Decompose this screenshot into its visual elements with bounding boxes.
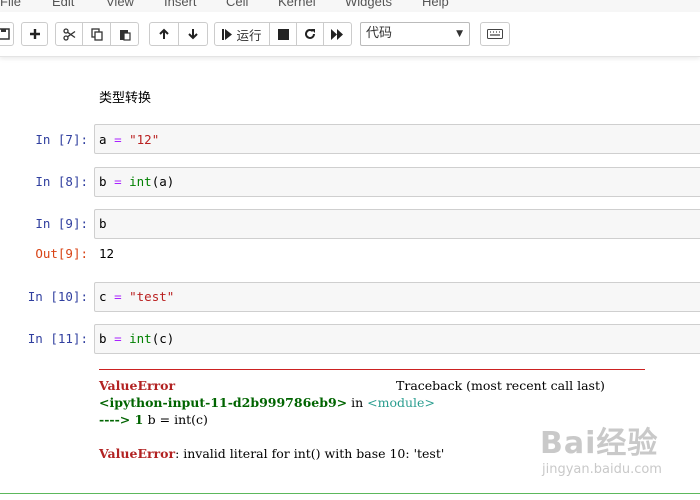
traceback-message: ValueError: invalid literal for int() wi… xyxy=(99,446,445,461)
menu-view[interactable]: View xyxy=(106,0,134,9)
chevron-down-icon: ▼ xyxy=(456,29,463,39)
menu-insert[interactable]: Insert xyxy=(164,0,197,9)
move-up-button[interactable] xyxy=(149,22,179,46)
add-icon xyxy=(29,29,40,39)
add-cell-button[interactable] xyxy=(21,22,48,46)
move-group xyxy=(149,22,208,46)
edit-group xyxy=(55,22,139,46)
input-prompt: In [10]: xyxy=(27,289,88,304)
toolbar: 运行 代码 ▼ xyxy=(0,12,700,57)
copy-button[interactable] xyxy=(82,22,111,46)
command-palette-button[interactable] xyxy=(480,22,510,46)
traceback-header: ValueError xyxy=(99,378,176,393)
paste-icon xyxy=(119,29,131,41)
watermark-url: jingyan.baidu.com xyxy=(542,462,662,477)
menu-cell[interactable]: Cell xyxy=(226,0,248,9)
input-prompt: In [8]: xyxy=(35,174,88,189)
copy-icon xyxy=(90,27,103,41)
code-cell-input[interactable] xyxy=(94,209,700,239)
watermark-brand: Bai经验 xyxy=(540,426,659,461)
code-cell-input[interactable] xyxy=(94,124,700,154)
run-group: 运行 xyxy=(214,22,352,46)
code-cell-input[interactable] xyxy=(94,324,700,354)
menu-kernel[interactable]: Kernel xyxy=(278,0,316,9)
code-cell-input[interactable] xyxy=(94,282,700,312)
run-icon xyxy=(222,28,233,40)
traceback-header-right: Traceback (most recent call last) xyxy=(396,378,605,393)
traceback-arrow-line: ----> 1 b = int(c) xyxy=(99,412,208,427)
cell-output: 12 xyxy=(99,246,115,261)
selected-cell-border xyxy=(0,493,700,494)
cell-type-value: 代码 xyxy=(366,26,393,41)
fast-forward-icon xyxy=(331,28,343,40)
run-label: 运行 xyxy=(236,27,262,43)
watermark: Bai经验 jingyan.baidu.com xyxy=(540,418,662,477)
markdown-cell[interactable]: 类型转换 xyxy=(99,87,151,106)
move-up-icon xyxy=(159,28,169,39)
input-prompt: In [9]: xyxy=(35,216,88,231)
menubar: File Edit View Insert Cell Kernel Widget… xyxy=(0,0,700,12)
stop-icon xyxy=(277,28,289,40)
cut-icon xyxy=(62,27,75,41)
code-line: a = "12" xyxy=(99,132,160,147)
save-icon xyxy=(0,28,10,40)
cut-button[interactable] xyxy=(55,22,83,46)
keyboard-icon xyxy=(487,29,503,39)
restart-run-all-button[interactable] xyxy=(323,22,352,46)
input-prompt: In [11]: xyxy=(27,331,88,346)
restart-icon xyxy=(305,28,315,39)
interrupt-button[interactable] xyxy=(269,22,297,46)
error-divider xyxy=(99,369,645,370)
paste-button[interactable] xyxy=(110,22,139,46)
code-line: b = int(c) xyxy=(99,331,175,346)
menu-edit[interactable]: Edit xyxy=(52,0,74,9)
code-line: b = int(a) xyxy=(99,174,175,189)
move-down-icon xyxy=(188,29,198,40)
restart-button[interactable] xyxy=(296,22,324,46)
menu-help[interactable]: Help xyxy=(422,0,449,9)
traceback-location: <ipython-input-11-d2b999786eb9> in <modu… xyxy=(99,395,435,410)
code-line: c = "test" xyxy=(99,289,175,304)
code-cell-input[interactable] xyxy=(94,167,700,197)
save-button[interactable] xyxy=(0,22,14,46)
cell-type-select[interactable]: 代码 ▼ xyxy=(360,22,470,46)
menu-file[interactable]: File xyxy=(0,0,21,9)
move-down-button[interactable] xyxy=(178,22,208,46)
menu-widgets[interactable]: Widgets xyxy=(345,0,392,9)
input-prompt: In [7]: xyxy=(35,132,88,147)
code-line: b xyxy=(99,216,107,231)
run-button[interactable]: 运行 xyxy=(214,22,270,46)
output-prompt: Out[9]: xyxy=(35,246,88,261)
